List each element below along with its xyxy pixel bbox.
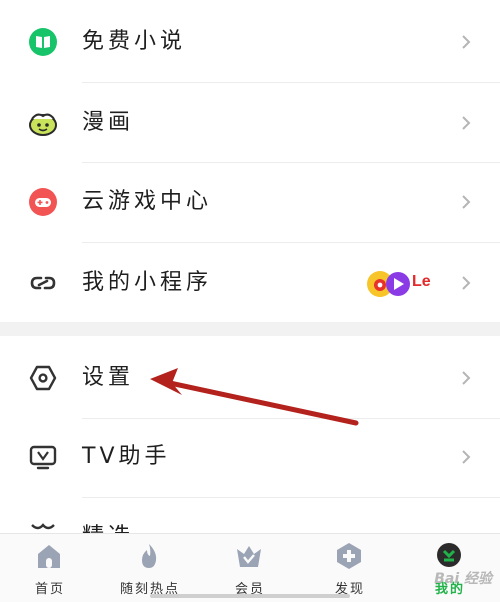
discover-plus-icon bbox=[334, 542, 364, 570]
chevron-right-icon bbox=[458, 275, 474, 291]
avatar-icon bbox=[434, 542, 464, 570]
section-separator bbox=[0, 322, 500, 336]
watermark: Bai 经验 bbox=[434, 571, 492, 587]
menu-item-mini-programs[interactable]: 我的小程序 Le bbox=[0, 243, 500, 323]
menu-item-tv-assistant[interactable]: TV助手 bbox=[0, 417, 500, 497]
menu-item-label: 设置 bbox=[82, 365, 135, 390]
menu-item-comic[interactable]: 漫画 bbox=[0, 83, 500, 163]
crown-icon bbox=[234, 542, 264, 570]
comic-face-icon bbox=[28, 108, 58, 138]
recent-mini-program-icons: Le bbox=[366, 269, 438, 299]
menu-item-label: 我的小程序 bbox=[82, 270, 213, 295]
menu-item-label: 云游戏中心 bbox=[82, 189, 213, 214]
tab-label: 首页 bbox=[34, 582, 65, 597]
menu-item-cloud-game-center[interactable]: 云游戏中心 bbox=[0, 162, 500, 242]
menu-item-partial[interactable]: 精选 bbox=[0, 497, 500, 537]
bottom-nav-bar: 首页 随刻热点 会员 发现 我的 Bai 经验 bbox=[0, 533, 500, 602]
hexagon-settings-icon bbox=[28, 363, 58, 393]
menu-item-label: 漫画 bbox=[82, 110, 135, 135]
gamepad-icon bbox=[28, 187, 58, 217]
menu-item-label: 精选 bbox=[82, 524, 135, 537]
link-chain-icon bbox=[28, 268, 58, 298]
tab-vip[interactable]: 会员 bbox=[200, 534, 300, 602]
tab-hot[interactable]: 随刻热点 bbox=[100, 534, 200, 602]
menu-item-settings[interactable]: 设置 bbox=[0, 338, 500, 418]
chevron-right-icon bbox=[458, 115, 474, 131]
home-indicator[interactable] bbox=[150, 594, 350, 598]
menu-item-label: TV助手 bbox=[82, 444, 171, 469]
chevron-right-icon bbox=[458, 449, 474, 465]
tv-icon bbox=[28, 442, 58, 472]
home-icon bbox=[34, 542, 64, 570]
menu-item-free-novel[interactable]: 免费小说 bbox=[0, 2, 500, 82]
flame-icon bbox=[134, 542, 164, 570]
tab-home[interactable]: 首页 bbox=[0, 534, 100, 602]
menu-item-label: 免费小说 bbox=[82, 29, 187, 54]
chevron-right-icon bbox=[458, 34, 474, 50]
tab-discover[interactable]: 发现 bbox=[300, 534, 400, 602]
le-badge-text: Le bbox=[412, 273, 431, 290]
chevron-right-icon bbox=[458, 194, 474, 210]
chevron-right-icon bbox=[458, 370, 474, 386]
book-icon bbox=[28, 27, 58, 57]
